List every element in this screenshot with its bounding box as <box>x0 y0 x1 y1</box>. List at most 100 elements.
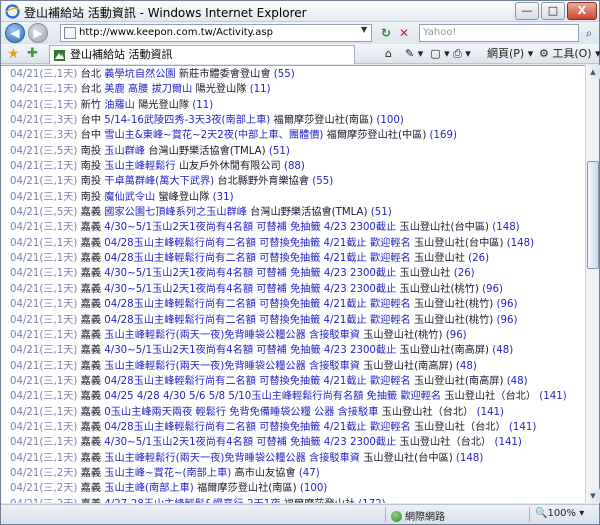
event-organizer: 陽光登山隊 <box>195 84 247 96</box>
event-title-link[interactable]: 04/28玉山主峰輕鬆行尚有二名額 可替換免抽籤 4/21截止 歡迎輕名 <box>104 238 410 249</box>
scroll-up-icon[interactable]: ▲ <box>586 65 600 79</box>
event-title-link[interactable]: 玉山主峰輕鬆行(兩天一夜)免背睡袋公糧公器 含接駁車資 <box>104 330 360 341</box>
feeds-icon[interactable]: ✎ ▾ ▢ ▾ <box>405 46 450 62</box>
scroll-thumb[interactable] <box>587 161 599 269</box>
page-content: 04/21(三,1天) 台北 義學坑自然公園 新莊市體委會登山會 (55) 04/… <box>1 65 585 503</box>
event-title-link[interactable]: 干卓萬群峰(萬大下武界) <box>104 176 214 187</box>
event-row: 04/21(三,1天) 嘉義 玉山主峰輕鬆行(兩天一夜)免背睡袋公糧公器 含接駁… <box>10 328 585 343</box>
security-zone[interactable]: 網際網路 <box>391 508 445 523</box>
event-title-link[interactable]: 美鹿 高腰 拔刀爾山 <box>104 84 192 95</box>
event-title-link[interactable]: 4/30~5/1玉山2天1夜尚有4名額 可替補 免抽籤 4/23 2300截止 <box>104 345 396 356</box>
event-title-link[interactable]: 國家公園七頂峰系列之玉山群峰 <box>104 207 247 218</box>
event-count: (96) <box>496 314 518 326</box>
event-location: 嘉義 <box>80 437 102 449</box>
search-input[interactable]: Yahoo! <box>419 24 579 42</box>
event-title-link[interactable]: 04/28玉山主峰輕鬆行尚有二名額 可替換免抽籤 4/21截止 歡迎輕名 <box>104 299 410 310</box>
tab-label: 登山補給站 活動資訊 <box>70 48 173 61</box>
event-date: 04/21(三,1天) <box>10 452 78 464</box>
maximize-button[interactable]: □ <box>541 2 565 20</box>
print-icon[interactable]: ⎙ ▾ <box>453 46 471 62</box>
event-location: 嘉義 <box>80 222 102 234</box>
event-row: 04/21(三,5天) 嘉義 國家公園七頂峰系列之玉山群峰 台灣山野樂活協會(T… <box>10 205 585 220</box>
url-dropdown-icon[interactable]: ▼ <box>361 25 367 34</box>
event-count: (51) <box>370 207 392 219</box>
event-organizer: 玉山登山社(桃竹) <box>413 314 494 326</box>
event-location: 嘉義 <box>80 483 102 495</box>
event-location: 嘉義 <box>80 375 102 387</box>
event-title-link[interactable]: 油羅山 <box>104 100 135 111</box>
event-count: (55) <box>312 176 334 188</box>
favorites-star-icon[interactable]: ★ <box>7 46 20 62</box>
event-title-link[interactable]: 玉山主峰輕鬆行 <box>104 161 175 172</box>
event-organizer: 福爾摩莎登山社(中區) <box>326 130 427 142</box>
command-bar: ★ ✚ 登山補給站 活動資訊 ⌂ ✎ ▾ ▢ ▾ ⎙ ▾ 網頁(P) ▾ ⚙ 工… <box>1 44 600 64</box>
page-menu[interactable]: 網頁(P) ▾ <box>487 46 533 62</box>
event-title-link[interactable]: 玉山主峰(南部上車) <box>104 483 193 494</box>
event-date: 04/21(三,1天) <box>10 421 78 433</box>
back-button[interactable]: ◀ <box>5 23 25 43</box>
home-icon[interactable]: ⌂ <box>385 46 392 62</box>
event-organizer: 玉山登山社(南高屏) <box>399 345 489 357</box>
event-title-link[interactable]: 玉山群峰 <box>104 146 145 157</box>
event-count: (100) <box>376 115 404 127</box>
forward-button[interactable]: ▶ <box>28 23 48 43</box>
event-title-link[interactable]: 玉山主峰輕鬆行(兩天一夜)免背睡袋公糧公器 含接駁車資 <box>104 453 360 464</box>
event-location: 嘉義 <box>80 467 102 479</box>
event-location: 嘉義 <box>80 329 102 341</box>
event-count: (26) <box>468 253 490 265</box>
event-title-link[interactable]: 04/25 4/28 4/30 5/6 5/8 5/10玉山主峰輕鬆行尚有名額 … <box>104 391 441 402</box>
scroll-down-icon[interactable]: ▼ <box>586 489 600 503</box>
event-organizer: 玉山登山社(桃竹) <box>413 299 494 311</box>
minimize-button[interactable]: — <box>515 2 539 20</box>
event-title-link[interactable]: 4/30~5/1玉山2天1夜尚有4名額 可替補 免抽籤 4/23 2300截止 <box>104 284 396 295</box>
event-organizer: 玉山登山社（台北） <box>444 391 537 403</box>
event-row: 04/21(三,1天) 嘉義 4/30~5/1玉山2天1夜尚有4名額 可替補 免… <box>10 435 585 450</box>
event-title-link[interactable]: 5/14-16武陵四秀-3天3夜(南部上車) <box>104 115 270 126</box>
add-favorites-icon[interactable]: ✚ <box>27 46 38 61</box>
page-menu-label: 網頁(P) <box>487 47 525 60</box>
event-row: 04/21(三,1天) 嘉義 04/28玉山主峰輕鬆行尚有二名額 可替換免抽籤 … <box>10 313 585 328</box>
event-title-link[interactable]: 04/28玉山主峰輕鬆行尚有二名額 可替換免抽籤 4/21截止 歡迎輕名 <box>104 253 410 264</box>
event-date: 04/21(三,1天) <box>10 268 78 280</box>
vertical-scrollbar[interactable]: ▲ ▼ <box>585 65 600 503</box>
close-button[interactable]: X <box>567 2 597 20</box>
event-organizer: 高市山友協會 <box>234 467 296 479</box>
event-title-link[interactable]: 0玉山主峰兩天兩夜 輕鬆行 免背免備睡袋公糧 公器 含接駁車 <box>104 407 378 418</box>
event-title-link[interactable]: 4/27-28玉山主峰輕鬆&慢意行-2天1夜 <box>104 499 280 503</box>
event-row: 04/21(三,1天) 新竹 油羅山 陽光登山隊 (11) <box>10 98 585 113</box>
event-organizer: 玉山登山社(南高屏) <box>413 375 504 387</box>
event-title-link[interactable]: 4/30~5/1玉山2天1夜尚有4名額 可替補 免抽籤 4/23 2300截止 <box>104 222 396 233</box>
event-title-link[interactable]: 玉山主峰~賞花~(南部上車) <box>104 468 231 479</box>
event-title-link[interactable]: 雪山主&東峰~賞花~2天2夜(中部上車、團體價) <box>104 130 323 141</box>
event-count: (96) <box>496 299 518 311</box>
event-date: 04/21(三,2天) <box>10 467 78 479</box>
event-title-link[interactable]: 04/28玉山主峰輕鬆行尚有二名額 可替換免抽籤 4/21截止 歡迎輕名 <box>104 376 410 387</box>
event-row: 04/21(三,1天) 嘉義 4/30~5/1玉山2天1夜尚有4名額 可替補 免… <box>10 343 585 358</box>
search-icon[interactable]: ⌕ <box>581 25 597 41</box>
event-date: 04/21(三,1天) <box>10 191 78 203</box>
browser-window: 登山補給站 活動資訊 - Windows Internet Explorer —… <box>0 0 600 525</box>
url-input[interactable]: http://www.keepon.com.tw/Activity.asp <box>60 24 372 42</box>
event-count: (31) <box>212 191 234 203</box>
event-title-link[interactable]: 4/30~5/1玉山2天1夜尚有4名額 可替補 免抽籤 4/23 2300截止 <box>104 268 396 279</box>
event-count: (141) <box>494 437 522 449</box>
event-location: 嘉義 <box>80 406 102 418</box>
tools-menu[interactable]: ⚙ 工具(O) ▾ <box>539 46 600 62</box>
refresh-icon[interactable]: ↻ <box>378 25 394 41</box>
event-organizer: 台灣山野樂活協會(TMLA) <box>148 145 266 157</box>
event-title-link[interactable]: 04/28玉山主峰輕鬆行尚有二名額 可替換免抽籤 4/21截止 歡迎輕名 <box>104 422 410 433</box>
zoom-icon: 🔍 <box>535 508 548 519</box>
zoom-level[interactable]: 🔍100% ▾ <box>535 508 584 519</box>
event-organizer: 玉山登山社(桃竹) <box>363 329 443 341</box>
tab-activity[interactable]: 登山補給站 活動資訊 <box>49 45 355 64</box>
event-title-link[interactable]: 義學坑自然公園 <box>104 69 175 80</box>
page-icon <box>64 27 76 39</box>
event-count: (100) <box>299 483 328 495</box>
event-row: 04/21(三,3天) 台中 雪山主&東峰~賞花~2天2夜(中部上車、團體價) … <box>10 128 585 143</box>
event-title-link[interactable]: 4/30~5/1玉山2天1夜尚有4名額 可替補 免抽籤 4/23 2300截止 <box>104 437 396 448</box>
event-title-link[interactable]: 魔仙武令山 <box>104 192 155 203</box>
stop-icon[interactable]: ✕ <box>396 25 412 41</box>
event-title-link[interactable]: 04/28玉山主峰輕鬆行尚有二名額 可替換免抽籤 4/21截止 歡迎輕名 <box>104 315 410 326</box>
event-location: 新竹 <box>80 99 102 111</box>
event-title-link[interactable]: 玉山主峰輕鬆行(兩天一夜)免背睡袋公糧公器 含接駁車資 <box>104 361 360 372</box>
